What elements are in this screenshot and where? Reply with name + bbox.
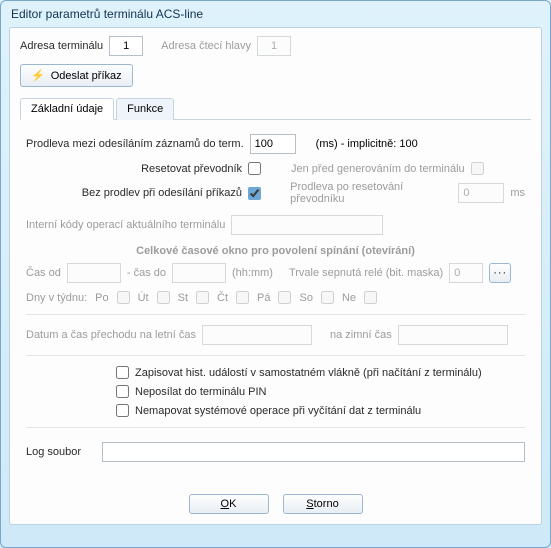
day-ne-checkbox	[364, 291, 377, 304]
reset-converter-checkbox[interactable]	[248, 162, 261, 175]
time-to-input	[172, 263, 226, 283]
internal-codes-label: Interní kódy operací aktuálního terminál…	[26, 219, 225, 231]
reset-converter-label: Resetovat převodník	[122, 163, 242, 175]
day-ct: Čt	[217, 292, 228, 304]
day-so-checkbox	[321, 291, 334, 304]
reader-addr-label: Adresa čtecí hlavy	[161, 40, 251, 52]
time-hint: (hh:mm)	[232, 267, 273, 279]
time-from-label: Čas od	[26, 267, 61, 279]
reader-addr-input	[257, 36, 291, 56]
no-delay-checkbox[interactable]	[248, 187, 261, 200]
dst-summer-input	[202, 325, 312, 345]
tab-strip: Základní údaje Funkce	[20, 97, 531, 120]
relay-label: Trvale sepnutá relé (bit. maska)	[289, 267, 443, 279]
time-to-label: - čas do	[127, 267, 166, 279]
time-window-title: Celkové časové okno pro povolení spínání…	[26, 245, 525, 257]
cancel-button[interactable]: Storno	[283, 494, 363, 514]
send-command-label: Odeslat příkaz	[51, 70, 122, 82]
day-ne: Ne	[342, 292, 356, 304]
dst-winter-input	[398, 325, 508, 345]
day-so: So	[299, 292, 312, 304]
relay-input	[449, 263, 483, 283]
relay-more-button[interactable]: ···	[489, 263, 511, 283]
no-map-label: Nemapovat systémové operace při vyčítání…	[135, 405, 421, 417]
hist-thread-checkbox[interactable]	[116, 366, 129, 379]
post-reset-label: Prodleva po resetování převodníku	[290, 181, 452, 205]
internal-codes-input	[231, 215, 383, 235]
time-from-input	[67, 263, 121, 283]
tab-functions[interactable]: Funkce	[116, 98, 174, 120]
post-reset-unit: ms	[510, 187, 525, 199]
before-gen-label: Jen před generováním do terminálu	[291, 163, 465, 175]
no-delay-label: Bez prodlev při odesílání příkazů	[66, 187, 242, 199]
days-label: Dny v týdnu:	[26, 292, 87, 304]
day-pa-checkbox	[278, 291, 291, 304]
no-pin-label: Neposílat do terminálu PIN	[135, 386, 266, 398]
post-reset-input	[458, 183, 504, 203]
terminal-addr-label: Adresa terminálu	[20, 40, 103, 52]
before-gen-checkbox	[471, 162, 484, 175]
no-pin-checkbox[interactable]	[116, 385, 129, 398]
window-title: Editor parametrů terminálu ACS-line	[1, 1, 550, 25]
delay-input[interactable]	[250, 134, 296, 154]
day-ut-checkbox	[157, 291, 170, 304]
no-map-checkbox[interactable]	[116, 404, 129, 417]
day-pa: Pá	[257, 292, 270, 304]
day-st-checkbox	[196, 291, 209, 304]
terminal-addr-input[interactable]	[109, 36, 143, 56]
delay-hint: (ms) - implicitně: 100	[316, 138, 418, 150]
delay-label: Prodleva mezi odesíláním záznamů do term…	[26, 138, 244, 150]
log-label: Log soubor	[26, 446, 96, 458]
ok-button[interactable]: OK	[189, 494, 269, 514]
dst-summer-label: Datum a čas přechodu na letní čas	[26, 329, 196, 341]
tab-panel-basic: Prodleva mezi odesíláním záznamů do term…	[20, 120, 531, 468]
day-st: St	[178, 292, 188, 304]
send-command-button[interactable]: ⚡ Odeslat příkaz	[20, 64, 133, 87]
day-ut: Út	[138, 292, 149, 304]
lightning-icon: ⚡	[31, 69, 45, 82]
day-ct-checkbox	[236, 291, 249, 304]
dialog-buttons: OK Storno	[10, 494, 541, 514]
dst-winter-label: na zimní čas	[330, 329, 392, 341]
hist-thread-label: Zapisovat hist. událostí v samostatném v…	[135, 367, 482, 379]
day-po: Po	[95, 292, 108, 304]
content-panel: Adresa terminálu Adresa čtecí hlavy ⚡ Od…	[9, 27, 542, 525]
log-path-input[interactable]	[102, 442, 525, 462]
day-po-checkbox	[117, 291, 130, 304]
tab-basic[interactable]: Základní údaje	[20, 98, 114, 120]
